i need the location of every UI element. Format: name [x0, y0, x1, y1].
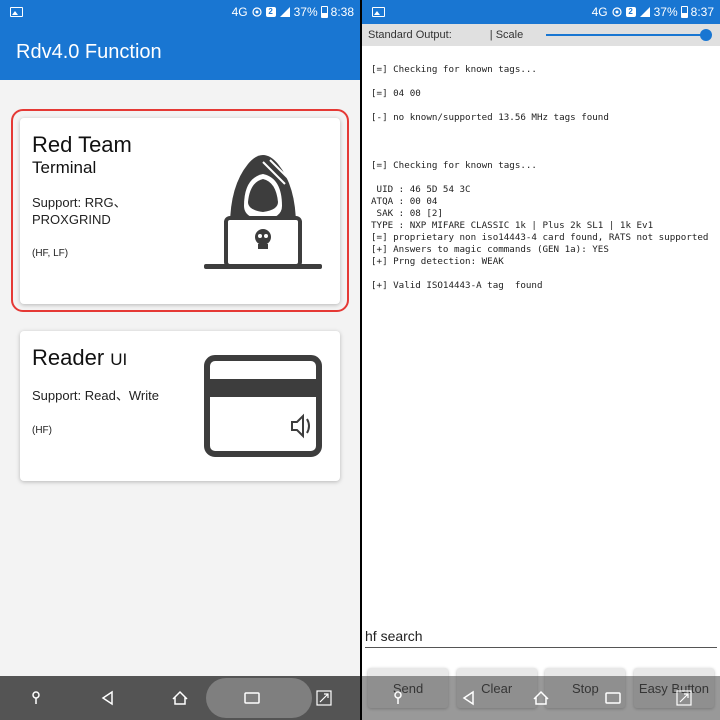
- back-icon[interactable]: [98, 688, 118, 708]
- hotspot-icon: [252, 7, 262, 17]
- clock: 8:38: [330, 5, 354, 19]
- battery-icon: [680, 6, 688, 18]
- gallery-notification-icon: [372, 7, 385, 17]
- console-line: [=] Checking for known tags...: [371, 160, 537, 171]
- expand-icon[interactable]: [314, 688, 334, 708]
- terminal-screen: 4G 2 37% 8:37 Standard Output: | Scale […: [362, 0, 720, 720]
- reader-ui-card[interactable]: Reader UI Support: Read、Write (HF): [20, 331, 340, 481]
- navigation-bar: [0, 676, 360, 720]
- card-support: Support: Read、Write: [32, 388, 159, 403]
- card-title: Reader UI: [32, 345, 127, 371]
- home-icon[interactable]: [531, 688, 551, 708]
- scale-slider[interactable]: [546, 29, 712, 41]
- sim-badge-icon: 2: [625, 7, 636, 17]
- console-line: [+] Prng detection: WEAK: [371, 256, 504, 267]
- red-team-terminal-card[interactable]: Red Team Terminal Support: RRG、 PROXGRIN…: [20, 118, 340, 304]
- card-frequency: (HF): [32, 425, 52, 436]
- card-subtitle: Terminal: [32, 158, 97, 177]
- card-title-suffix: UI: [110, 350, 128, 369]
- console-line: TYPE : NXP MIFARE CLASSIC 1k | Plus 2k S…: [371, 220, 654, 231]
- recents-icon[interactable]: [242, 688, 262, 708]
- card-frequency: (HF, LF): [32, 248, 69, 259]
- pin-icon[interactable]: [26, 688, 46, 708]
- gallery-notification-icon: [10, 7, 23, 17]
- network-type: 4G: [231, 5, 248, 19]
- network-type: 4G: [591, 5, 608, 19]
- navigation-bar: [362, 676, 720, 720]
- back-icon[interactable]: [459, 688, 479, 708]
- console-line: [+] Answers to magic commands (GEN 1a): …: [371, 244, 609, 255]
- console-line: SAK : 08 [2]: [371, 208, 443, 219]
- hacker-icon: [204, 155, 322, 269]
- pin-icon[interactable]: [388, 688, 408, 708]
- signal-icon: [639, 7, 650, 17]
- console-line: [-] no known/supported 13.56 MHz tags fo…: [371, 112, 609, 123]
- scale-slider-thumb[interactable]: [700, 29, 712, 41]
- battery-icon: [320, 6, 328, 18]
- console-line: [+] Valid ISO14443-A tag found: [371, 280, 543, 291]
- support-line-2: PROXGRIND: [32, 212, 111, 227]
- card-title-text: Reader: [32, 345, 105, 370]
- console-output: [=] Checking for known tags... [=] 04 00…: [371, 64, 720, 292]
- sim-badge-icon: 2: [265, 7, 276, 17]
- battery-percent: 37%: [293, 5, 318, 19]
- console-line: ATQA : 00 04: [371, 196, 438, 207]
- card-support: Support: RRG、 PROXGRIND: [32, 194, 127, 228]
- status-bar: 4G 2 37% 8:38: [0, 0, 360, 24]
- battery-percent: 37%: [653, 5, 678, 19]
- clock: 8:37: [690, 5, 714, 19]
- support-line-1: Support: RRG、: [32, 195, 127, 210]
- app-bar: Rdv4.0 Function: [0, 24, 360, 80]
- console-line: [=] proprietary non iso14443-4 card foun…: [371, 232, 709, 243]
- function-screen: 4G 2 37% 8:38 Rdv4.0 Function Red Team T…: [0, 0, 360, 720]
- card-title: Red Team: [32, 132, 132, 157]
- console-line: [=] Checking for known tags...: [371, 64, 537, 75]
- console-line: [=] 04 00: [371, 88, 421, 99]
- card-reader-icon: [204, 355, 322, 457]
- output-toolbar: Standard Output: | Scale: [362, 24, 720, 46]
- hotspot-icon: [612, 7, 622, 17]
- command-input[interactable]: hf search: [365, 624, 717, 648]
- standard-output-label: Standard Output:: [368, 29, 452, 41]
- recents-icon[interactable]: [603, 688, 623, 708]
- console-line: UID : 46 5D 54 3C: [371, 184, 471, 195]
- expand-icon[interactable]: [674, 688, 694, 708]
- scale-label: | Scale: [489, 29, 524, 41]
- signal-icon: [279, 7, 290, 17]
- home-icon[interactable]: [170, 688, 190, 708]
- status-bar: 4G 2 37% 8:37: [362, 0, 720, 24]
- page-title: Rdv4.0 Function: [16, 40, 162, 63]
